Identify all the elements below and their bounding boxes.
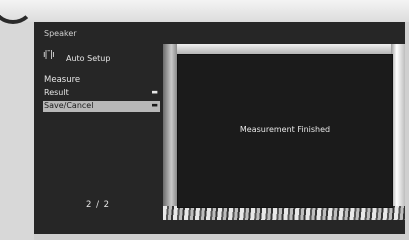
frame-right-edge [391, 44, 405, 220]
result-panel: Measurement Finished [177, 54, 393, 208]
menu-item-save-cancel[interactable]: Save/Cancel ▬ [43, 101, 160, 112]
frame-left-edge [163, 44, 177, 220]
page-indicator: 2 / 2 [86, 200, 111, 210]
status-message: Measurement Finished [239, 125, 331, 134]
frame-bottom-edge [163, 206, 405, 220]
menu-item-label: Save/Cancel [44, 101, 94, 110]
bottom-edge [34, 234, 405, 240]
meter-icon: ı|ˉ|ı [43, 50, 55, 60]
folder-icon: ▬ [151, 101, 158, 109]
right-edge [405, 22, 409, 240]
monitor-bezel [0, 0, 409, 22]
frame-top-edge [163, 44, 405, 54]
menu-item-result[interactable]: Result ▬ [43, 88, 160, 99]
menu-title: Speaker [44, 29, 77, 38]
menu-item-label: Result [44, 88, 69, 97]
auto-setup-label: Auto Setup [66, 54, 111, 63]
folder-icon: ▬ [151, 88, 158, 96]
measure-heading: Measure [44, 75, 81, 85]
